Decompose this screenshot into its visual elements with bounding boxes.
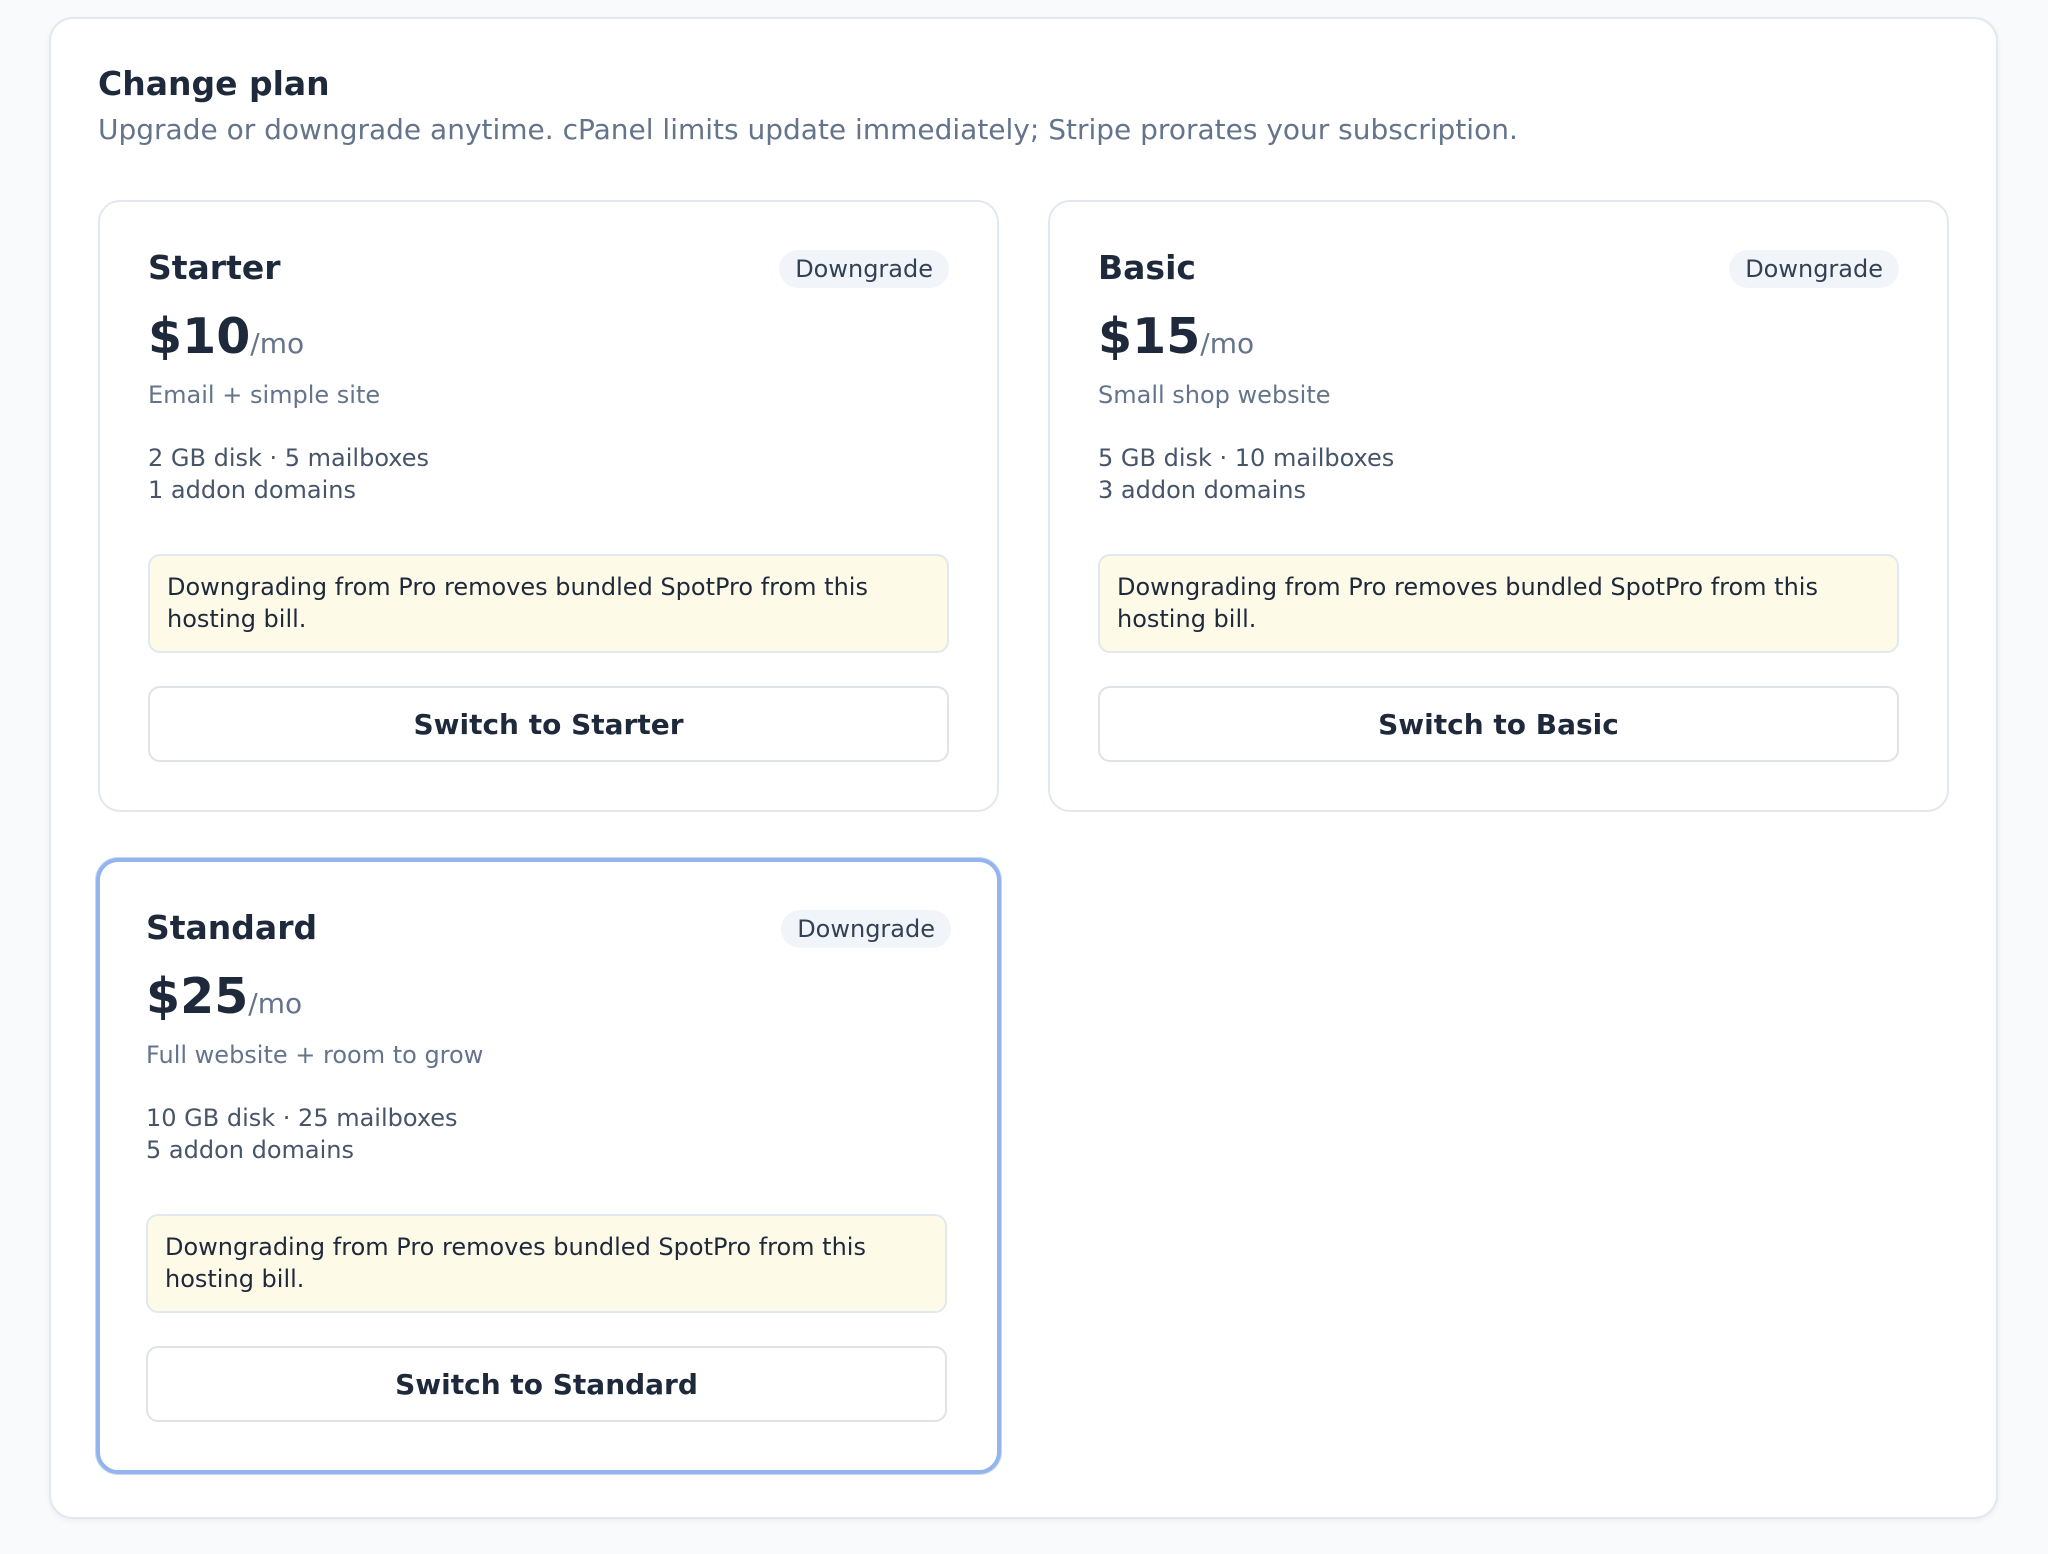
plan-tagline: Small shop website <box>1098 381 1331 409</box>
plan-card-standard: Standard Downgrade $25/mo Full website +… <box>96 858 1001 1474</box>
plan-spec-addon-domains: 1 addon domains <box>148 476 356 504</box>
price-row: $10/mo <box>148 307 304 367</box>
plan-name: Basic <box>1098 248 1196 287</box>
plan-tagline: Full website + room to grow <box>146 1041 484 1069</box>
price-period: /mo <box>1200 327 1255 360</box>
plan-tagline: Email + simple site <box>148 381 381 409</box>
plan-card-starter: Starter Downgrade $10/mo Email + simple … <box>98 200 999 812</box>
page-title: Change plan <box>98 64 330 103</box>
downgrade-notice: Downgrading from Pro removes bundled Spo… <box>146 1214 947 1313</box>
plan-name: Standard <box>146 908 318 947</box>
plan-name: Starter <box>148 248 281 287</box>
price-period: /mo <box>250 327 305 360</box>
switch-to-starter-button[interactable]: Switch to Starter <box>148 686 949 762</box>
plan-spec-disk-mailboxes: 10 GB disk · 25 mailboxes <box>146 1104 458 1132</box>
downgrade-badge: Downgrade <box>1729 250 1899 288</box>
switch-to-standard-button[interactable]: Switch to Standard <box>146 1346 947 1422</box>
plan-price: $25 <box>146 968 249 1025</box>
plan-spec-disk-mailboxes: 5 GB disk · 10 mailboxes <box>1098 444 1395 472</box>
plan-spec-disk-mailboxes: 2 GB disk · 5 mailboxes <box>148 444 430 472</box>
plan-card-basic: Basic Downgrade $15/mo Small shop websit… <box>1048 200 1949 812</box>
downgrade-notice: Downgrading from Pro removes bundled Spo… <box>1098 554 1899 653</box>
page-subtitle: Upgrade or downgrade anytime. cPanel lim… <box>98 113 1518 146</box>
downgrade-badge: Downgrade <box>779 250 949 288</box>
plan-spec-addon-domains: 3 addon domains <box>1098 476 1306 504</box>
price-row: $25/mo <box>146 967 302 1027</box>
plan-price: $15 <box>1098 308 1201 365</box>
plan-spec-addon-domains: 5 addon domains <box>146 1136 354 1164</box>
switch-to-basic-button[interactable]: Switch to Basic <box>1098 686 1899 762</box>
price-period: /mo <box>248 987 303 1020</box>
downgrade-notice: Downgrading from Pro removes bundled Spo… <box>148 554 949 653</box>
downgrade-badge: Downgrade <box>781 910 951 948</box>
plan-price: $10 <box>148 308 251 365</box>
price-row: $15/mo <box>1098 307 1254 367</box>
